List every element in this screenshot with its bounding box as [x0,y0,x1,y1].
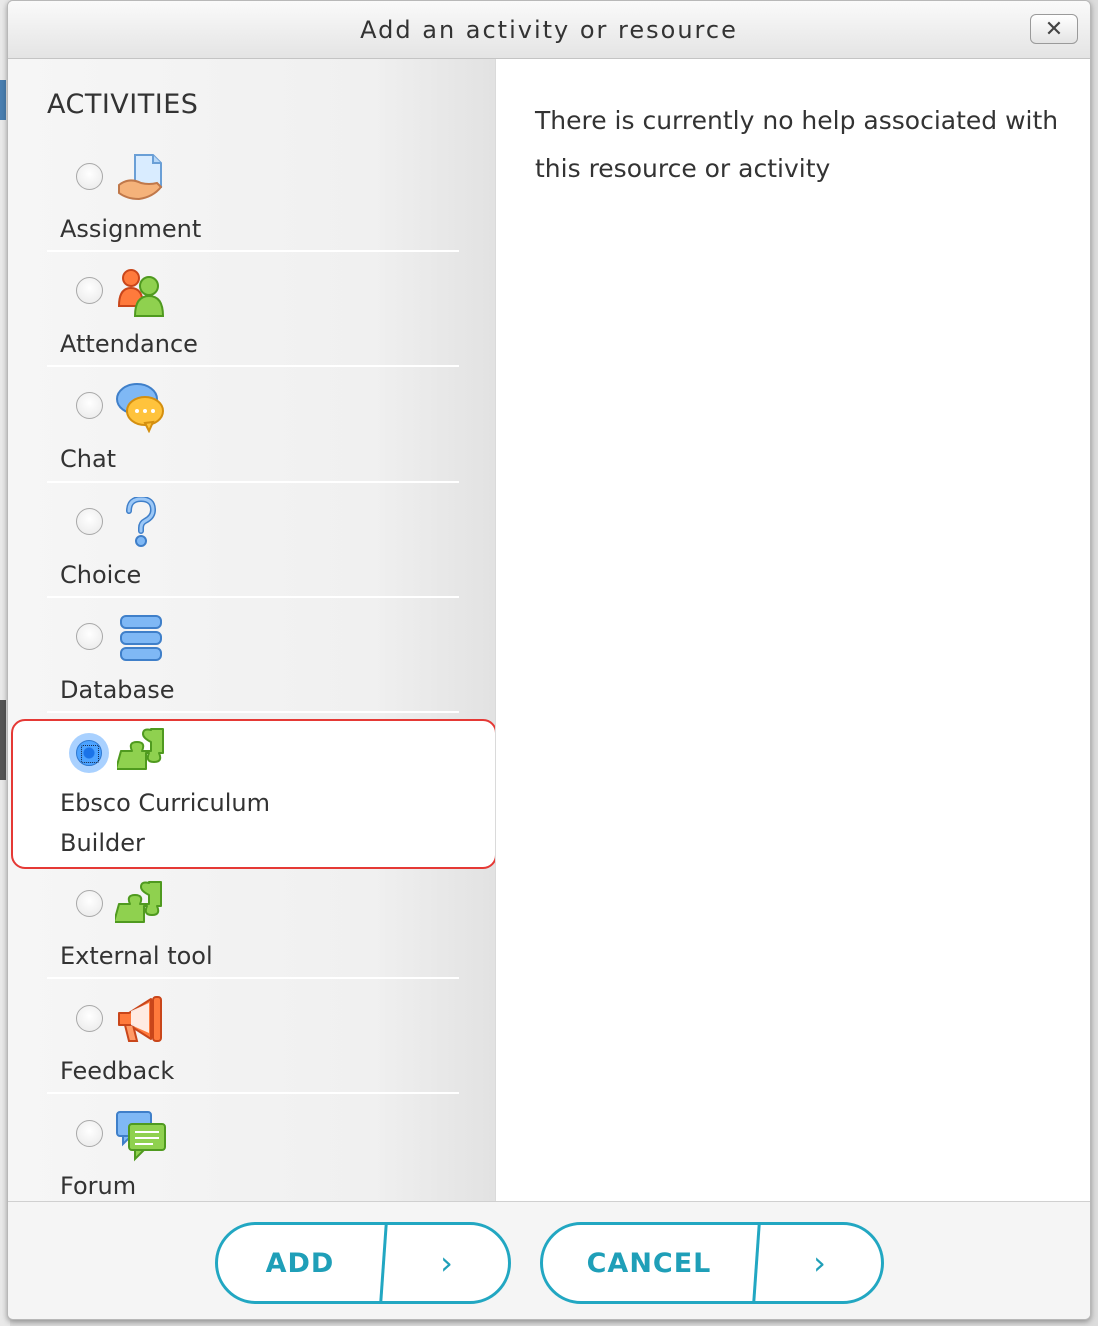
puzzle-icon [117,727,169,779]
option-label-line2: Builder [60,829,145,857]
option-database[interactable]: Database [47,598,459,713]
radio-ebsco-curriculum-builder[interactable] [69,733,109,773]
option-label: Feedback [60,1057,175,1085]
option-forum[interactable]: Forum [47,1094,459,1201]
megaphone-icon [115,995,167,1047]
option-label: Database [60,676,175,704]
add-button[interactable]: ADD › [215,1222,511,1304]
activities-heading: ACTIVITIES [47,89,199,120]
radio-assignment[interactable] [76,163,103,190]
option-choice[interactable]: Choice [47,483,459,598]
chevron-right-icon: › [813,1244,826,1282]
option-ebsco-curriculum-builder[interactable]: Ebsco Curriculum Builder [11,719,495,869]
cancel-button-label: CANCEL [586,1247,712,1279]
cancel-button[interactable]: CANCEL › [540,1222,884,1304]
help-text: There is currently no help associated wi… [535,106,1059,183]
option-label: Attendance [60,330,198,358]
database-icon [115,614,167,666]
attendance-icon [115,266,167,318]
option-label: Assignment [60,215,202,243]
option-label: Choice [60,561,142,589]
close-button[interactable]: ✕ [1030,14,1078,44]
dialog-title: Add an activity or resource [360,15,738,44]
add-button-label: ADD [265,1247,335,1279]
background-mark [0,80,6,120]
add-activity-dialog: Add an activity or resource ✕ ACTIVITIES… [7,0,1091,1320]
option-chat[interactable]: Chat [47,367,459,483]
option-label: Chat [60,445,117,473]
puzzle-icon [115,880,167,932]
close-icon: ✕ [1044,16,1064,42]
help-pane: There is currently no help associated wi… [495,59,1090,1201]
radio-feedback[interactable] [76,1005,103,1032]
background-mark [0,700,6,780]
radio-choice[interactable] [76,508,103,535]
forum-icon [115,1110,167,1162]
radio-external-tool[interactable] [76,890,103,917]
option-assignment[interactable]: Assignment [47,149,459,252]
chat-icon [115,381,167,433]
radio-forum[interactable] [76,1120,103,1147]
option-feedback[interactable]: Feedback [47,979,459,1094]
option-label: Forum [60,1172,137,1200]
option-attendance[interactable]: Attendance [47,252,459,367]
dialog-titlebar: Add an activity or resource ✕ [8,1,1090,59]
option-label-line1: Ebsco Curriculum [60,789,271,817]
activity-list[interactable]: ACTIVITIES Assignment Attendance Chat Ch… [8,59,495,1201]
option-external-tool[interactable]: External tool [47,870,459,979]
radio-attendance[interactable] [76,277,103,304]
dialog-footer: ADD › CANCEL › [8,1201,1090,1319]
option-label: External tool [60,942,213,970]
selected-radio-dot [76,740,102,766]
choice-icon [115,497,167,549]
assignment-icon [115,151,167,203]
radio-chat[interactable] [76,392,103,419]
radio-database[interactable] [76,623,103,650]
chevron-right-icon: › [440,1244,453,1282]
